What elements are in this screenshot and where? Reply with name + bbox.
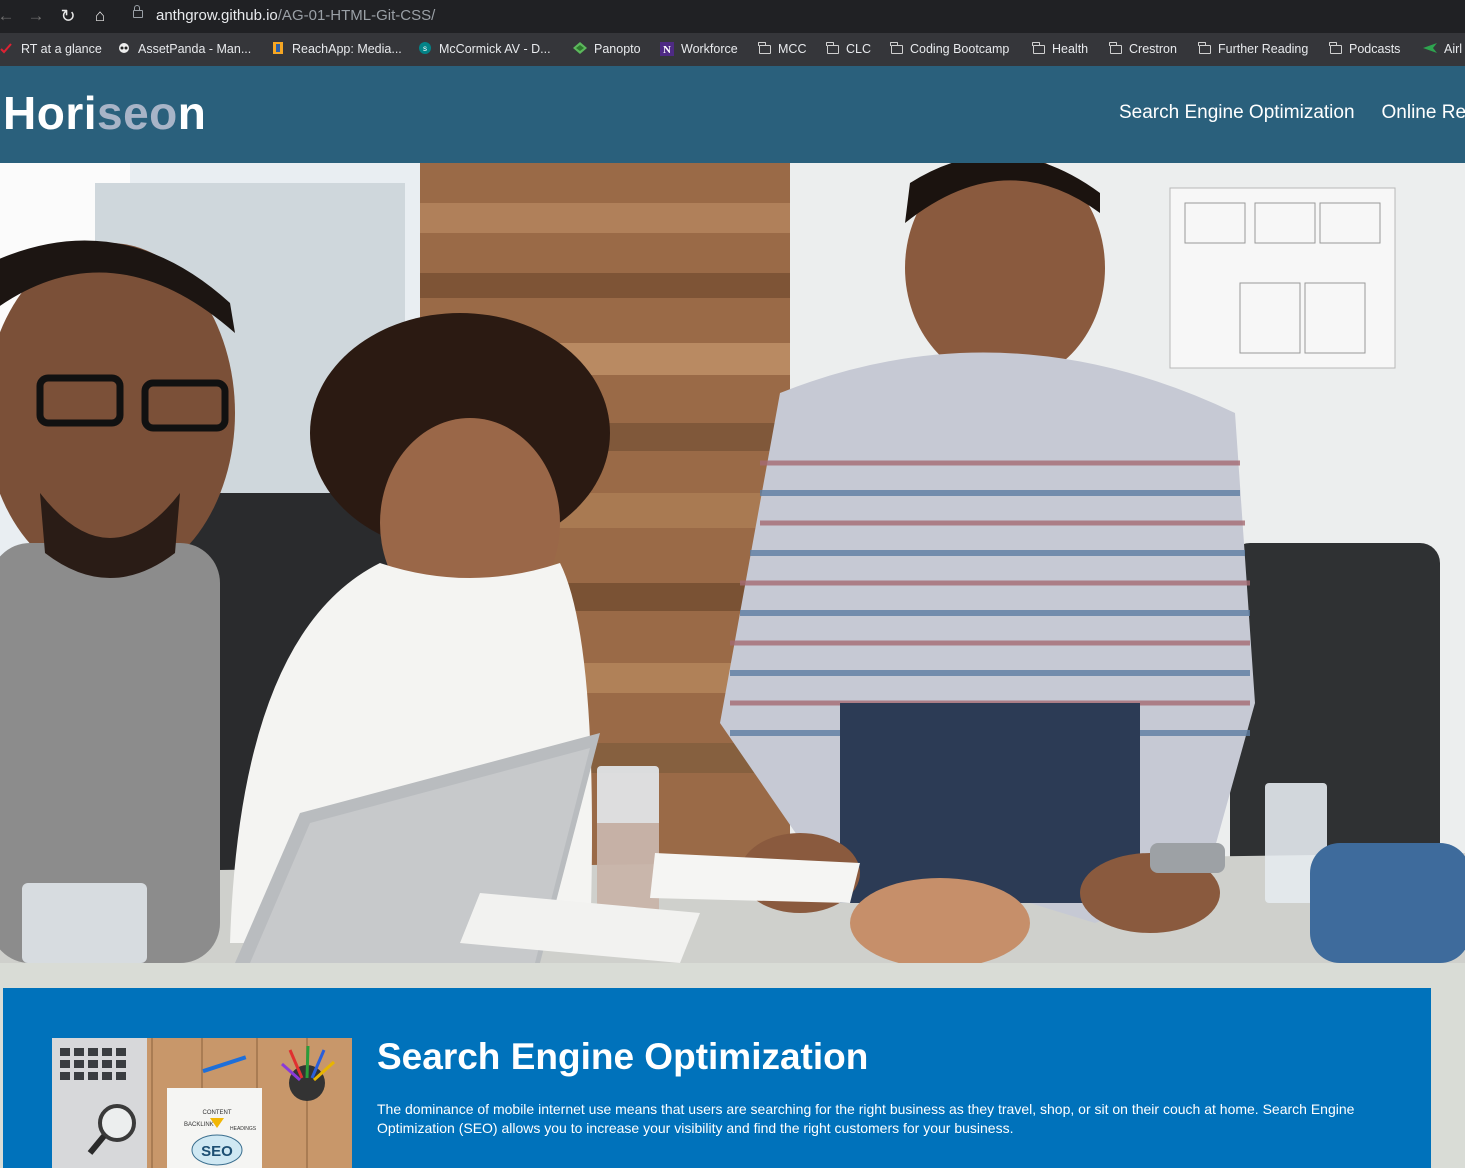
svg-text:CONTENT: CONTENT: [203, 1110, 232, 1116]
bookmark-panopto[interactable]: Panopto: [573, 33, 641, 66]
bookmark-folder-crestron[interactable]: Crestron: [1109, 33, 1177, 66]
airline-icon: [1423, 34, 1437, 53]
seo-description: The dominance of mobile internet use mea…: [377, 1101, 1355, 1136]
bookmark-assetpanda[interactable]: AssetPanda - Man...: [117, 33, 251, 66]
bookmark-folder-clc[interactable]: CLC: [826, 33, 871, 66]
lock-icon[interactable]: [133, 5, 143, 18]
back-arrow-icon[interactable]: ←: [0, 4, 18, 28]
seo-title: Search Engine Optimization: [377, 1036, 869, 1077]
seo-image: CONTENT BACKLINK HEADINGS SEO: [52, 1038, 352, 1168]
reachapp-icon: [271, 34, 285, 54]
url-host: anthgrow.github.io: [156, 7, 278, 24]
reload-icon[interactable]: ↻: [56, 4, 80, 28]
nav-link-seo[interactable]: Search Engine Optimization: [1119, 102, 1355, 123]
site-nav: Search Engine Optimization Online Rep: [1119, 102, 1465, 124]
panda-icon: [117, 34, 131, 53]
sharepoint-icon: s: [418, 34, 432, 54]
folder-icon: [1109, 42, 1122, 54]
bookmark-folder-mcc[interactable]: MCC: [758, 33, 806, 66]
panopto-icon: [573, 34, 587, 54]
svg-text:SEO: SEO: [201, 1143, 233, 1160]
bookmark-mccormick-av[interactable]: s McCormick AV - D...: [418, 33, 551, 66]
hero-image: [0, 163, 1465, 963]
folder-icon: [826, 42, 839, 54]
home-icon[interactable]: ⌂: [88, 4, 112, 28]
site-logo[interactable]: Horiseon: [3, 86, 206, 140]
bookmark-folder-further-reading[interactable]: Further Reading: [1198, 33, 1308, 66]
bookmark-folder-coding-bootcamp[interactable]: Coding Bootcamp: [890, 33, 1009, 66]
folder-icon: [890, 42, 903, 54]
bookmark-airline[interactable]: Airl: [1423, 33, 1462, 66]
folder-icon: [758, 42, 771, 54]
bookmark-rt-at-a-glance[interactable]: RT at a glance: [0, 33, 102, 66]
folder-icon: [1032, 42, 1045, 54]
svg-text:s: s: [423, 44, 427, 53]
svg-text:BACKLINK: BACKLINK: [184, 1122, 214, 1128]
bookmark-folder-podcasts[interactable]: Podcasts: [1329, 33, 1400, 66]
folder-icon: [1329, 42, 1342, 54]
url-path: /AG-01-HTML-Git-CSS/: [277, 7, 436, 24]
northwestern-icon: N: [660, 34, 674, 56]
folder-icon: [1198, 42, 1211, 54]
site-header: Horiseon Search Engine Optimization Onlin…: [0, 66, 1465, 163]
address-bar[interactable]: anthgrow.github.io/AG-01-HTML-Git-CSS/: [156, 7, 435, 24]
svg-text:N: N: [663, 44, 671, 56]
forward-arrow-icon[interactable]: →: [24, 4, 48, 28]
seo-section: CONTENT BACKLINK HEADINGS SEO Search Eng…: [3, 988, 1431, 1168]
check-icon: [0, 34, 14, 54]
bookmark-reachapp[interactable]: ReachApp: Media...: [271, 33, 402, 66]
svg-text:HEADINGS: HEADINGS: [230, 1126, 257, 1132]
browser-toolbar: ← → ↻ ⌂ anthgrow.github.io/AG-01-HTML-Gi…: [0, 0, 1465, 33]
bookmarks-bar: RT at a glance AssetPanda - Man... Reach…: [0, 33, 1465, 66]
bookmark-folder-health[interactable]: Health: [1032, 33, 1088, 66]
bookmark-workforce[interactable]: N Workforce: [660, 33, 738, 66]
nav-link-online-reputation[interactable]: Online Rep: [1382, 102, 1465, 123]
